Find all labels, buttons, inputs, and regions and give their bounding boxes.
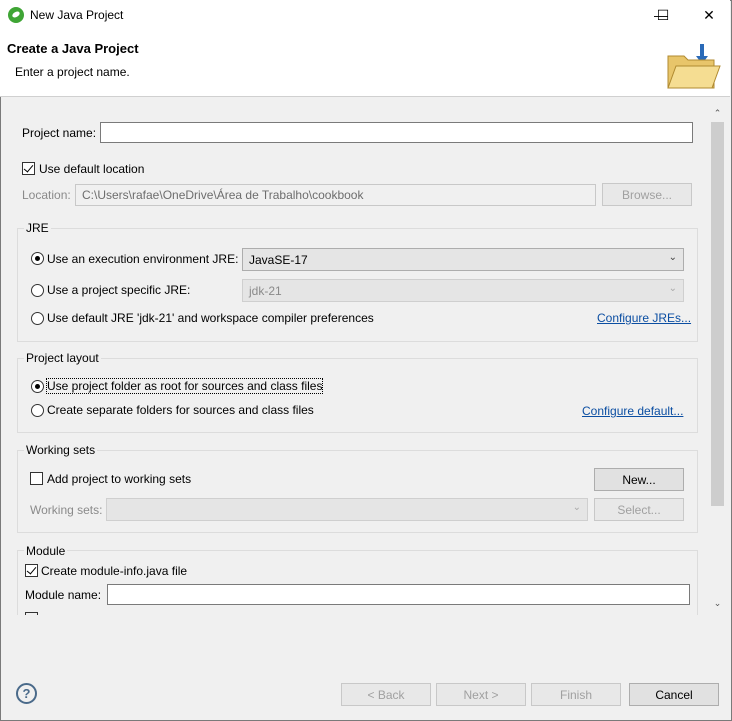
create-module-info-label: Create module-info.java file (41, 564, 188, 578)
default-jre-radio[interactable] (31, 312, 44, 325)
select-working-sets-button[interactable]: Select... (594, 498, 684, 521)
chevron-down-icon: ⌄ (668, 252, 677, 263)
project-name-label: Project name: (22, 126, 97, 140)
use-default-location-checkbox[interactable] (22, 162, 35, 175)
next-button[interactable]: Next > (436, 683, 526, 706)
project-specific-jre-label: Use a project specific JRE: (47, 283, 191, 297)
chevron-down-icon: ⌄ (572, 502, 581, 513)
create-module-info-checkbox[interactable] (25, 564, 38, 577)
exec-env-label: Use an execution environment JRE: (47, 252, 239, 266)
finish-button[interactable]: Finish (531, 683, 621, 706)
project-specific-jre-radio[interactable] (31, 284, 44, 297)
location-label: Location: (22, 188, 71, 202)
configure-jres-link[interactable]: Configure JREs... (597, 311, 691, 325)
module-name-input[interactable] (107, 584, 690, 605)
close-button[interactable]: ✕ (686, 0, 732, 30)
working-sets-title: Working sets (24, 443, 98, 457)
project-specific-jre-select[interactable]: jdk-21 ⌄ (242, 279, 684, 302)
project-layout-group (17, 358, 698, 433)
add-to-working-sets-label: Add project to working sets (47, 472, 192, 486)
page-subtitle: Enter a project name. (15, 65, 130, 79)
scrollbar-thumb[interactable] (711, 122, 724, 506)
exec-env-value: JavaSE-17 (249, 253, 308, 267)
jre-group-title: JRE (24, 221, 51, 235)
project-layout-title: Project layout (24, 351, 101, 365)
browse-button[interactable]: Browse... (602, 183, 692, 206)
scroll-up-icon[interactable]: ⌃ (711, 108, 724, 120)
module-title: Module (24, 544, 68, 558)
cancel-button[interactable]: Cancel (629, 683, 719, 706)
eclipse-icon (8, 7, 24, 23)
project-name-input[interactable] (100, 122, 693, 143)
folder-icon (667, 44, 721, 89)
page-title: Create a Java Project (7, 41, 139, 56)
exec-env-select[interactable]: JavaSE-17 ⌄ (242, 248, 684, 271)
chevron-down-icon: ⌄ (668, 283, 677, 294)
wizard-header: Create a Java Project Enter a project na… (0, 30, 730, 97)
maximize-button[interactable]: ☐ (640, 0, 686, 30)
use-default-location-label: Use default location (39, 162, 145, 176)
title-bar[interactable]: New Java Project — ☐ ✕ (0, 0, 730, 30)
layout-root-radio[interactable] (31, 380, 44, 393)
exec-env-radio[interactable] (31, 252, 44, 265)
help-icon[interactable]: ? (16, 683, 37, 704)
location-input[interactable]: C:\Users\rafae\OneDrive\Área de Trabalho… (75, 184, 596, 206)
project-specific-jre-value: jdk-21 (249, 284, 282, 298)
back-button[interactable]: < Back (341, 683, 431, 706)
working-sets-label: Working sets: (30, 503, 103, 517)
layout-separate-radio[interactable] (31, 404, 44, 417)
scroll-down-icon[interactable]: ⌄ (711, 598, 724, 610)
layout-separate-label: Create separate folders for sources and … (47, 403, 314, 417)
module-name-label: Module name: (25, 588, 102, 602)
configure-default-link[interactable]: Configure default... (582, 404, 683, 418)
new-working-set-button[interactable]: New... (594, 468, 684, 491)
working-sets-select[interactable]: ⌄ (106, 498, 588, 521)
window-title: New Java Project (30, 8, 124, 22)
layout-root-label: Use project folder as root for sources a… (45, 378, 324, 394)
default-jre-label: Use default JRE 'jdk-21' and workspace c… (47, 311, 374, 325)
add-to-working-sets-checkbox[interactable] (30, 472, 43, 485)
